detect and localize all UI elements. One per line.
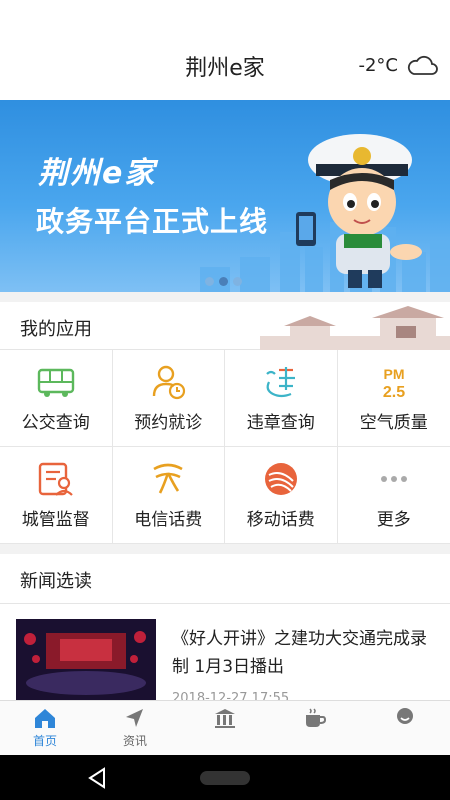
svg-text:2.5: 2.5 <box>383 384 405 400</box>
app-mobile-bill[interactable]: 移动话费 <box>225 447 338 544</box>
apps-section-title: 我的应用 <box>20 319 92 340</box>
news-section-header: 新闻选读 <box>0 554 450 604</box>
tab-life[interactable] <box>270 701 360 755</box>
mobile-icon <box>264 462 297 495</box>
more-icon <box>380 475 407 482</box>
pagination-dot-active[interactable] <box>219 277 228 286</box>
banner-brand-text: 荆州e家 <box>38 156 157 191</box>
svg-text:PM: PM <box>383 366 404 382</box>
police-mascot-illustration <box>296 134 422 288</box>
news-title: 《好人开讲》之建功大交通完成录制 1月3日播出 <box>172 629 427 677</box>
app-label: 电信话费 <box>134 509 203 530</box>
tab-label: 资讯 <box>122 734 147 748</box>
city-management-icon <box>38 462 73 496</box>
bottom-tab-bar: 首页 资讯 <box>0 700 450 755</box>
telecom-icon <box>153 463 183 494</box>
app-appointment[interactable]: 预约就诊 <box>112 350 225 447</box>
navigation-icon <box>126 709 143 727</box>
violation-icon <box>265 366 295 397</box>
coffee-icon <box>306 708 327 727</box>
news-thumbnail <box>16 619 156 701</box>
system-navigation-bar <box>0 755 450 800</box>
app-label: 空气质量 <box>359 412 428 433</box>
home-button-icon[interactable] <box>200 767 250 789</box>
promo-banner[interactable]: 荆州e家 政务平台正式上线 <box>0 100 450 292</box>
city-gate-illustration <box>260 306 450 350</box>
app-city-management[interactable]: 城管监督 <box>0 447 113 544</box>
app-label: 预约就诊 <box>134 412 203 433</box>
app-label: 更多 <box>376 509 411 530</box>
news-list-item[interactable]: 《好人开讲》之建功大交通完成录制 1月3日播出 2018-12-27 17:55 <box>0 605 450 706</box>
pagination-dot[interactable] <box>205 277 214 286</box>
back-icon[interactable] <box>86 767 108 789</box>
apps-grid: 公交查询 预约就诊 违章查询 PM 2.5 空气质量 城管监督 电信话费 移动话… <box>0 350 450 544</box>
temperature-text: -2°C <box>358 54 398 76</box>
cloud-icon <box>407 55 438 75</box>
banner-slogan-text: 政务平台正式上线 <box>36 205 269 238</box>
app-label: 移动话费 <box>246 509 315 530</box>
weather-widget[interactable]: -2°C <box>358 52 438 78</box>
tab-home[interactable]: 首页 <box>0 701 90 755</box>
government-icon <box>215 709 235 728</box>
app-bus-query[interactable]: 公交查询 <box>0 350 113 447</box>
section-divider <box>0 292 450 302</box>
app-air-quality[interactable]: PM 2.5 空气质量 <box>337 350 450 447</box>
app-label: 城管监督 <box>21 509 90 530</box>
app-more[interactable]: 更多 <box>337 447 450 544</box>
app-label: 违章查询 <box>246 412 315 433</box>
home-icon <box>35 709 55 728</box>
tab-government[interactable] <box>180 701 270 755</box>
pagination-dot[interactable] <box>233 277 242 286</box>
tab-label: 首页 <box>32 734 57 748</box>
banner-pagination[interactable] <box>205 277 242 286</box>
apps-section-header: 我的应用 <box>0 302 450 350</box>
section-divider <box>0 544 450 554</box>
app-label: 公交查询 <box>21 412 90 433</box>
news-section-title: 新闻选读 <box>20 571 92 592</box>
tab-news[interactable]: 资讯 <box>90 701 180 755</box>
appointment-icon <box>153 365 186 399</box>
bus-icon <box>37 368 74 397</box>
tab-profile[interactable] <box>360 701 450 755</box>
profile-icon <box>397 708 413 724</box>
pm25-icon: PM 2.5 <box>383 366 405 400</box>
app-header: 荆州e家 -2°C <box>0 0 450 100</box>
app-violation-query[interactable]: 违章查询 <box>225 350 338 447</box>
app-telecom-bill[interactable]: 电信话费 <box>112 447 225 544</box>
